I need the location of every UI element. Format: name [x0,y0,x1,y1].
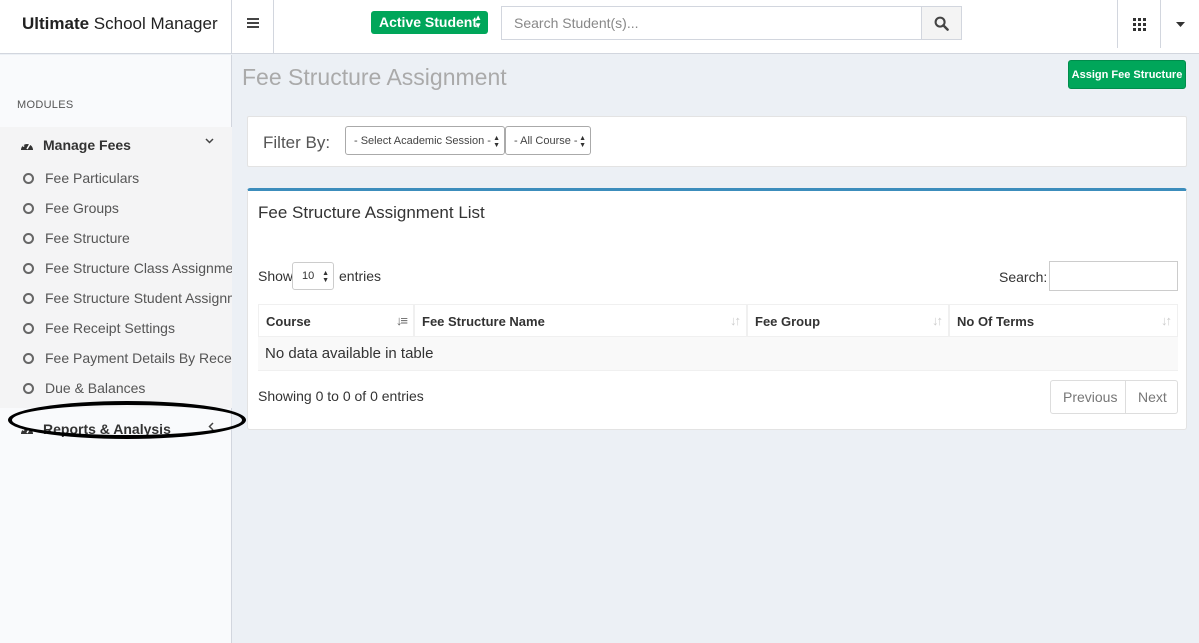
sidebar-section-label: MODULES [17,99,74,111]
assign-fee-structure-button[interactable]: Assign Fee Structure [1068,60,1186,89]
select-arrows-icon: ▲ ▼ [474,13,482,30]
sidebar-item-label: Fee Structure [45,230,130,246]
circle-icon [23,202,34,214]
manage-fees-submenu: Fee Particulars Fee Groups Fee Structure… [0,163,232,408]
student-status-select[interactable]: Active Student ▲ ▼ [371,11,488,34]
search-icon [934,16,949,31]
sidebar-item-fee-structure[interactable]: Fee Structure [0,223,232,253]
sidebar-toggle-button[interactable] [232,0,274,54]
column-label: Fee Structure Name [422,314,545,329]
column-label: Course [266,314,311,329]
apps-button[interactable] [1117,0,1161,48]
sidebar-item-due-balances[interactable]: Due & Balances [0,373,232,403]
academic-session-value: - Select Academic Session - [354,135,491,147]
sidebar-item-label: Fee Structure Student Assignment [45,290,232,306]
chevron-left-icon [208,422,214,431]
top-navbar: Ultimate School Manager Active Student ▲… [0,0,1199,54]
table-header: Course ↓≡ Fee Structure Name ↓↑ Fee Grou… [258,304,1178,337]
sidebar-item-fee-structure-class-assignment[interactable]: Fee Structure Class Assignment [0,253,232,283]
entries-label: entries [339,268,382,284]
sidebar-item-label: Fee Particulars [45,170,140,186]
sort-ascending-icon: ↓≡ [395,313,408,328]
column-header-fee-structure-name[interactable]: Fee Structure Name ↓↑ [414,305,747,336]
next-page-button[interactable]: Next [1126,380,1178,414]
column-label: Fee Group [755,314,821,329]
sort-icon: ↓↑ [932,313,943,328]
pagination: Previous Next [1050,380,1178,414]
grid-icon [1132,17,1146,31]
brand-rest: School Manager [89,14,218,33]
circle-icon [23,352,34,364]
sidebar-item-reports-analysis[interactable]: Reports & Analysis [0,411,232,447]
student-status-label: Active Student [379,14,478,30]
dashboard-icon [21,142,33,150]
sidebar-item-fee-groups[interactable]: Fee Groups [0,193,232,223]
circle-icon [23,292,34,304]
filter-label: Filter By: [263,133,331,152]
table-info: Showing 0 to 0 of 0 entries [258,388,424,404]
sidebar-item-fee-receipt-settings[interactable]: Fee Receipt Settings [0,313,232,343]
sidebar: MODULES Manage Fees Fee Particulars Fee … [0,55,246,643]
column-header-fee-group[interactable]: Fee Group ↓↑ [747,305,949,336]
sidebar-item-label: Fee Structure Class Assignment [45,260,232,276]
list-title: Fee Structure Assignment List [258,203,485,222]
circle-icon [23,172,34,184]
brand-strong: Ultimate [22,14,90,33]
circle-icon [23,262,34,274]
column-label: No Of Terms [957,314,1035,329]
sidebar-item-label: Manage Fees [43,137,131,153]
show-label: Show [258,268,294,284]
column-header-no-of-terms[interactable]: No Of Terms ↓↑ [949,305,1178,336]
page-title: Fee Structure Assignment [242,64,507,90]
sidebar-item-label: Fee Receipt Settings [45,320,175,336]
column-header-course[interactable]: Course ↓≡ [258,305,414,336]
select-arrows-icon: ▲ ▼ [322,270,329,284]
assignment-table: Course ↓≡ Fee Structure Name ↓↑ Fee Grou… [258,304,1178,371]
select-arrows-icon: ▲ ▼ [579,135,586,149]
dashboard-icon [21,426,33,434]
academic-session-select[interactable]: - Select Academic Session - ▲ ▼ [345,126,505,155]
hamburger-icon [246,22,259,24]
sort-icon: ↓↑ [1161,313,1172,328]
previous-page-button[interactable]: Previous [1050,380,1126,414]
filter-panel: Filter By: - Select Academic Session - ▲… [247,116,1187,167]
table-search-label: Search: [999,269,1048,285]
caret-down-icon [1175,21,1185,27]
sidebar-item-label: Reports & Analysis [43,421,171,437]
sidebar-item-manage-fees[interactable]: Manage Fees [0,127,232,163]
student-search-input[interactable] [502,7,922,39]
search-button[interactable] [921,7,961,39]
circle-icon [23,232,34,244]
app-logo[interactable]: Ultimate School Manager [0,0,232,54]
sidebar-item-fee-payment-details-by-receipt[interactable]: Fee Payment Details By Receipt [0,343,232,373]
circle-icon [23,382,34,394]
table-empty-row: No data available in table [258,337,1178,371]
sort-icon: ↓↑ [730,313,741,328]
table-search-input[interactable] [1049,261,1178,291]
sidebar-item-fee-particulars[interactable]: Fee Particulars [0,163,232,193]
assignment-list-panel: Fee Structure Assignment List Show 10 ▲ ▼… [247,188,1187,430]
sidebar-item-fee-structure-student-assignment[interactable]: Fee Structure Student Assignment [0,283,232,313]
page-length-select[interactable]: 10 ▲ ▼ [292,262,334,290]
course-select[interactable]: - All Course - ▲ ▼ [505,126,591,155]
student-search [501,6,962,40]
course-value: - All Course - [514,135,578,147]
user-menu-button[interactable] [1161,0,1199,48]
select-arrows-icon: ▲ ▼ [493,135,500,149]
page-length-value: 10 [302,270,315,282]
sidebar-item-label: Fee Payment Details By Receipt [45,350,232,366]
circle-icon [23,322,34,334]
sidebar-item-label: Fee Groups [45,200,119,216]
sidebar-item-label: Due & Balances [45,380,146,396]
chevron-down-icon [205,138,214,144]
